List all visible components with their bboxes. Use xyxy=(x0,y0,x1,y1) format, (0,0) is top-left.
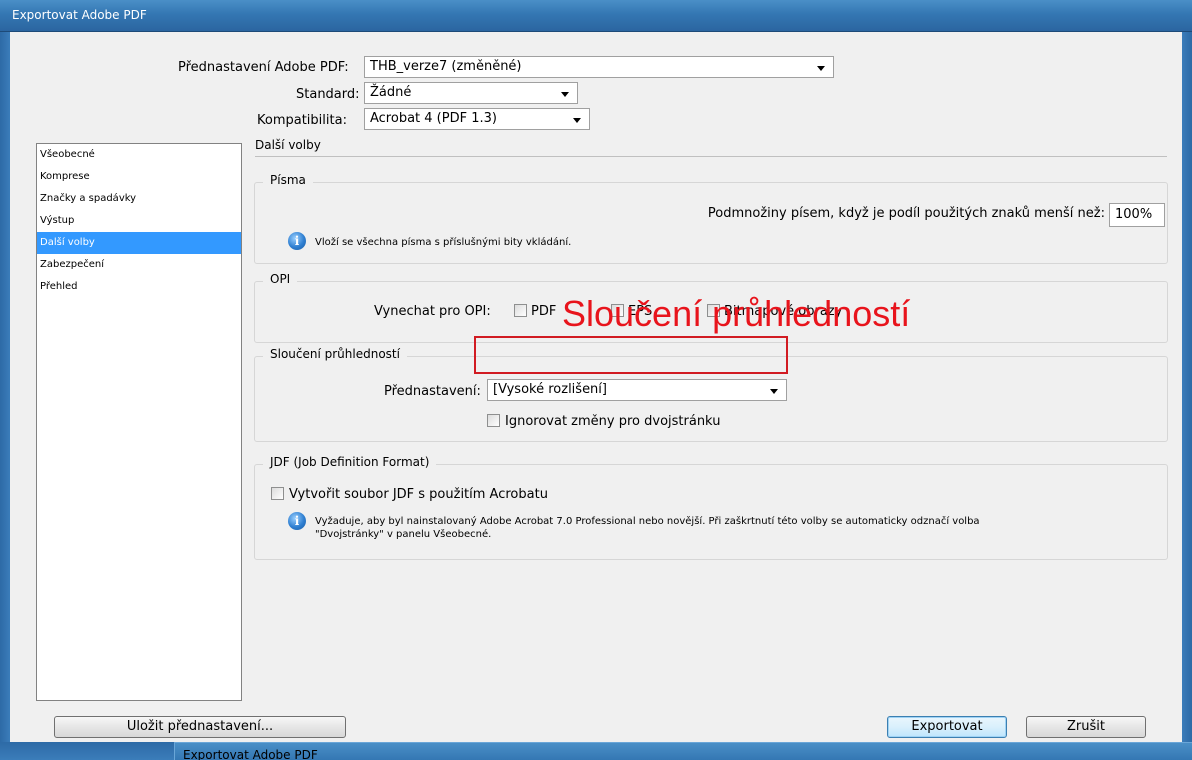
create-jdf-checkbox[interactable] xyxy=(271,487,284,500)
section-title: Další volby xyxy=(255,138,321,152)
ignore-spread-overrides-label: Ignorovat změny pro dvojstránku xyxy=(505,414,721,429)
adobe-pdf-preset-select[interactable]: THB_verze7 (změněné) xyxy=(364,56,834,78)
export-dialog: Přednastavení Adobe PDF: THB_verze7 (změ… xyxy=(10,32,1182,742)
annotation-label: Sloučení průhledností xyxy=(562,293,911,334)
compatibility-value: Acrobat 4 (PDF 1.3) xyxy=(370,111,497,126)
jdf-info-line-1: Vyžaduje, aby byl nainstalovaný Adobe Ac… xyxy=(315,516,980,527)
chevron-down-icon xyxy=(817,66,825,71)
window-frame-left xyxy=(0,32,10,760)
sidebar-item-label: Přehled xyxy=(40,281,78,292)
standard-value: Žádné xyxy=(370,85,412,100)
jdf-info-line-2: "Dvojstránky" v panelu Všeobecné. xyxy=(315,529,492,540)
fonts-info-text: Vloží se všechna písma s příslušnými bit… xyxy=(315,237,572,248)
opi-pdf-label: PDF xyxy=(531,304,557,319)
sidebar-item-summary[interactable]: Přehled xyxy=(37,276,241,298)
cancel-button[interactable]: Zrušit xyxy=(1026,716,1146,738)
compatibility-select[interactable]: Acrobat 4 (PDF 1.3) xyxy=(364,108,590,130)
fonts-group: Písma Podmnožiny písem, když je podíl po… xyxy=(254,173,1168,264)
window-frame-right xyxy=(1182,32,1192,760)
sidebar-item-label: Výstup xyxy=(40,215,75,226)
sidebar-item-output[interactable]: Výstup xyxy=(37,210,241,232)
jdf-group: JDF (Job Definition Format) Vytvořit sou… xyxy=(254,455,1168,560)
sidebar-item-compression[interactable]: Komprese xyxy=(37,166,241,188)
subset-threshold-value: 100% xyxy=(1115,207,1153,222)
background-taskbar-strip xyxy=(0,742,174,760)
flattener-preset-select[interactable]: [Vysoké rozlišení] xyxy=(487,379,787,401)
save-preset-button[interactable]: Uložit přednastavení... xyxy=(54,716,346,738)
chevron-down-icon xyxy=(770,389,778,394)
opi-legend: OPI xyxy=(263,272,298,286)
sidebar-item-label: Další volby xyxy=(40,237,95,248)
subset-label: Podmnožiny písem, když je podíl použitýc… xyxy=(707,206,1105,221)
section-divider xyxy=(255,156,1167,157)
info-icon: i xyxy=(288,512,306,530)
opi-pdf-checkbox[interactable] xyxy=(514,304,527,317)
sidebar-item-label: Komprese xyxy=(40,171,90,182)
annotation-highlight-box xyxy=(474,336,788,374)
sidebar-item-general[interactable]: Všeobecné xyxy=(37,144,241,166)
compatibility-label: Kompatibilita: xyxy=(257,113,347,128)
adobe-pdf-preset-value: THB_verze7 (změněné) xyxy=(370,59,522,74)
sidebar-item-marks-bleeds[interactable]: Značky a spadávky xyxy=(37,188,241,210)
chevron-down-icon xyxy=(573,118,581,123)
sidebar-item-advanced[interactable]: Další volby xyxy=(37,232,241,254)
sidebar-item-security[interactable]: Zabezpečení xyxy=(37,254,241,276)
fonts-legend: Písma xyxy=(263,173,313,187)
export-button[interactable]: Exportovat xyxy=(887,716,1007,738)
window-titlebar[interactable]: Exportovat Adobe PDF xyxy=(0,0,1192,32)
background-window-titlebar[interactable]: Exportovat Adobe PDF xyxy=(174,742,1192,760)
flattener-preset-value: [Vysoké rozlišení] xyxy=(493,382,607,397)
sidebar-item-label: Značky a spadávky xyxy=(40,193,137,204)
create-jdf-label: Vytvořit soubor JDF s použitím Acrobatu xyxy=(289,487,548,502)
preset-label: Přednastavení Adobe PDF: xyxy=(178,60,349,75)
background-window-title: Exportovat Adobe PDF xyxy=(183,748,318,760)
chevron-down-icon xyxy=(561,92,569,97)
category-list[interactable]: Všeobecné Komprese Značky a spadávky Výs… xyxy=(36,143,242,701)
omit-for-opi-label: Vynechat pro OPI: xyxy=(374,304,491,319)
flattener-legend: Sloučení průhledností xyxy=(263,347,407,361)
subset-threshold-input[interactable]: 100% xyxy=(1109,203,1165,227)
window-title: Exportovat Adobe PDF xyxy=(12,8,147,22)
flattener-preset-label: Přednastavení: xyxy=(384,384,481,399)
standard-label: Standard: xyxy=(296,87,360,102)
sidebar-item-label: Všeobecné xyxy=(40,149,95,160)
standard-select[interactable]: Žádné xyxy=(364,82,578,104)
ignore-spread-overrides-checkbox[interactable] xyxy=(487,414,500,427)
info-icon: i xyxy=(288,232,306,250)
sidebar-item-label: Zabezpečení xyxy=(40,259,104,270)
jdf-legend: JDF (Job Definition Format) xyxy=(263,455,437,469)
